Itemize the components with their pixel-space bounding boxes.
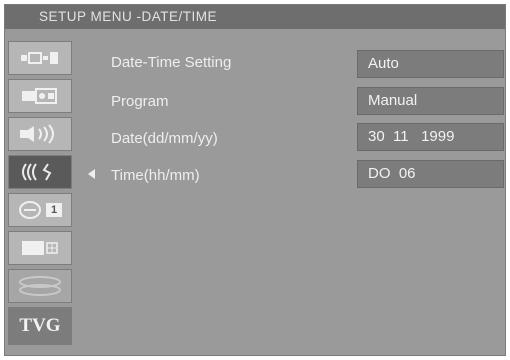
setting-label-program: Program — [111, 93, 169, 110]
program-value[interactable]: Manual — [357, 87, 504, 115]
speaker-icon — [18, 123, 62, 145]
menu-title: SETUP MENU -DATE/TIME — [5, 5, 505, 29]
sidebar-item-timer[interactable]: 1 — [8, 193, 72, 227]
date-time-setting-value[interactable]: Auto — [357, 50, 504, 78]
signal-waves-icon — [18, 161, 62, 183]
setting-label-date: Date(dd/mm/yy) — [111, 130, 218, 147]
sidebar-item-connection[interactable] — [8, 41, 72, 75]
disc-icon — [16, 274, 64, 298]
camera-icon — [20, 87, 60, 105]
sidebar-item-tvg[interactable]: TVG — [8, 307, 72, 345]
sidebar-item-display[interactable] — [8, 231, 72, 265]
clock-icon — [18, 199, 44, 221]
sidebar: 1 TVG — [5, 31, 75, 355]
setting-label-time: Time(hh/mm) — [111, 167, 200, 184]
date-value[interactable]: 30 11 1999 — [357, 123, 504, 151]
selection-arrow-icon — [88, 169, 95, 179]
sidebar-item-audio[interactable] — [8, 117, 72, 151]
tvg-icon: TVG — [19, 315, 61, 336]
setting-label-date-time: Date-Time Setting — [111, 54, 232, 71]
connection-icon — [20, 50, 60, 66]
setup-menu-screen: SETUP MENU -DATE/TIME 1 TVG Date-Time Se… — [4, 4, 506, 356]
sidebar-item-camera[interactable] — [8, 79, 72, 113]
display-icon — [20, 239, 60, 257]
sidebar-item-date-time[interactable] — [8, 155, 72, 189]
timer-badge: 1 — [46, 203, 62, 217]
time-value[interactable]: DO 06 — [357, 160, 504, 188]
sidebar-item-disc[interactable] — [8, 269, 72, 303]
